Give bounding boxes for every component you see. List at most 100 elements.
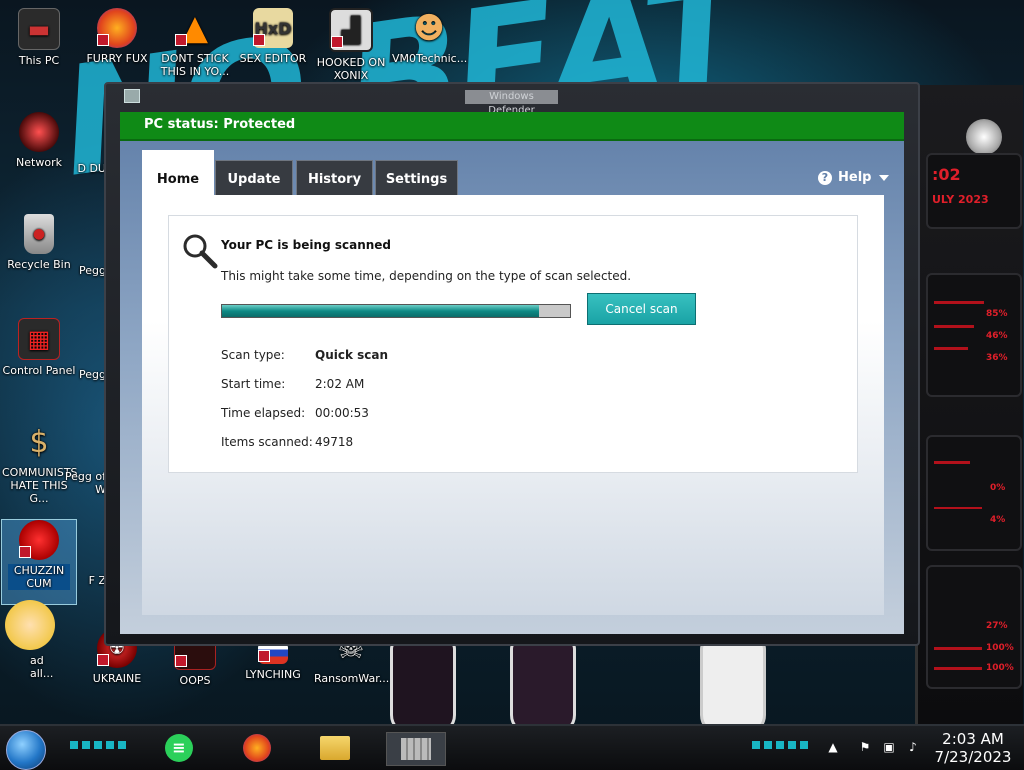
network-tray-icon[interactable]: ▣ [882,740,896,754]
rog-widget-panel: :02 ULY 2023 85% 46% 36% 0% 4% 27% 100% … [915,85,1023,725]
items-scanned-value: 49718 [315,435,354,449]
desktop-icon-label: UKRAINE [92,672,142,685]
taskbar-file-explorer[interactable] [318,732,352,764]
widget-stat: 100% [986,663,1014,673]
desktop-icon-partial-d[interactable]: D DU [68,146,107,175]
folder-icon [320,736,350,760]
desktop-icon-label: SEX EDITOR [239,52,307,65]
taskbar-notes-app[interactable]: ≡ [162,732,196,764]
action-center-flag-icon[interactable]: ⚑ [858,740,872,754]
help-label: Help [838,170,872,185]
network-globe-icon [19,112,59,152]
taskbar-firefox[interactable] [240,732,274,764]
volume-icon[interactable]: ♪ [906,740,920,754]
control-panel-icon: ▦ [18,318,60,360]
tab-settings[interactable]: Settings [375,160,458,196]
memory-widget: 27% 100% 100% [926,565,1022,689]
status-bar: PC status: Protected [120,112,904,141]
widget-date: ULY 2023 [932,193,989,206]
widget-stat: 0% [990,483,1006,493]
widget-stat: 4% [990,515,1006,525]
vlc-cone-icon: ▲ [175,8,215,48]
scan-subtitle: This might take some time, depending on … [221,269,632,283]
money-bag-icon: $ [29,424,49,460]
desktop-icon-pegg-3[interactable]: Pegg of W [62,452,106,496]
notes-app-icon: ≡ [165,734,193,762]
tab-history[interactable]: History [296,160,373,196]
taskbar-decoration [70,741,130,749]
red-fuzzball-icon [19,520,59,560]
desktop-icon-hooked-on-xonix[interactable]: ▟ HOOKED ON XONIX [314,8,388,82]
desktop-icon-label: FURRY FUX [86,52,148,65]
computer-icon: ▬ [18,8,60,50]
desktop-icon-label: Pegg [79,368,106,381]
hxd-editor-icon: HxD [253,8,293,48]
tab-home[interactable]: Home [142,150,214,196]
desktop-icon-label: HOOKED ON XONIX [316,56,386,82]
network-widget: 0% 4% [926,435,1022,551]
desktop-icon-chuzzin-cum[interactable]: CHUZZIN CUM [1,519,77,605]
defender-castle-icon [401,738,431,760]
doctor-avatar-icon: ☻ [413,10,445,46]
start-time-value: 2:02 AM [315,377,365,391]
desktop-icon-label: LYNCHING [245,668,301,681]
start-time-label: Start time: [221,377,286,391]
desktop-icon-sex-editor[interactable]: HxD SEX EDITOR [236,8,310,65]
desktop-icon-dont-stick[interactable]: ▲ DONT STICK THIS IN YO... [158,8,232,79]
help-menu[interactable]: ? Help [818,170,890,185]
items-scanned-label: Items scanned: [221,435,313,449]
time-elapsed-value: 00:00:53 [315,406,369,420]
firefox-icon [97,8,137,48]
desktop-icon-pegg-1[interactable]: Pegg [62,246,106,277]
alien-logo-icon [966,119,1002,155]
widget-time: :02 [932,165,961,184]
show-hidden-icons-icon[interactable]: ▲ [826,740,840,754]
cpu-widget: 85% 46% 36% [926,273,1022,397]
desktop-icon-partial-f[interactable]: F Z [70,560,106,587]
taskbar-windows-defender[interactable] [386,732,446,766]
cartoon-girl-icon [5,600,55,650]
app-icon [124,89,140,103]
scan-card: Your PC is being scanned This might take… [168,215,858,473]
desktop-icon-pegg-2[interactable]: Pegg [62,350,106,381]
desktop-icon-label: RansomWar... [314,672,390,685]
clock-time: 2:03 AM [942,730,1004,748]
xonix-game-icon: ▟ [329,8,373,52]
clock-widget: :02 ULY 2023 [926,153,1022,229]
scan-progress-fill [222,305,539,317]
help-question-icon: ? [818,170,832,185]
scan-title: Your PC is being scanned [221,238,392,252]
taskbar-decoration [752,741,812,749]
chevron-down-icon [879,174,890,181]
desktop-icon-this-pc[interactable]: ▬ This PC [2,8,76,67]
scan-type-value: Quick scan [315,348,389,362]
time-elapsed-label: Time elapsed: [221,406,306,420]
widget-stat: 100% [986,643,1014,653]
clock-date: 7/23/2023 [934,748,1012,766]
taskbar: ≡ ▲ ⚑ ▣ ♪ 2:03 AM 7/23/2023 [0,724,1024,770]
desktop-icon-star-butterfly[interactable]: ad all... [0,600,60,680]
defender-window: PC status: Protected Home Update History… [120,112,904,634]
desktop-icon-label: DONT STICK THIS IN YO... [160,52,230,78]
magnifier-icon [183,234,218,269]
home-tab-content: Your PC is being scanned This might take… [142,195,884,615]
widget-stat: 27% [986,621,1008,631]
desktop-icon-label: This PC [18,54,60,67]
desktop-icon-vm0technic[interactable]: ☻ VM0Technic... [392,8,468,65]
cancel-scan-button[interactable]: Cancel scan [587,293,696,325]
desktop-icon-furry-fux[interactable]: FURRY FUX [80,8,154,65]
scan-type-label: Scan type: [221,348,285,362]
desktop-icon-label: VM0Technic... [392,52,468,65]
recycle-bin-icon: ● [24,214,54,254]
desktop-icon-label: ad all... [30,654,54,680]
start-button[interactable] [6,730,46,770]
desktop-icon-label: OOPS [179,674,211,687]
taskbar-clock[interactable]: 2:03 AM 7/23/2023 [928,730,1018,766]
firefox-icon [243,734,271,762]
window-title: Windows Defender [465,90,558,116]
tab-update[interactable]: Update [215,160,293,196]
desktop-icon-network[interactable]: Network [2,112,76,169]
desktop-icon-label: Network [16,156,62,169]
desktop-icon-label: F Z [88,574,106,587]
desktop-icon-label: Pegg [79,264,106,277]
